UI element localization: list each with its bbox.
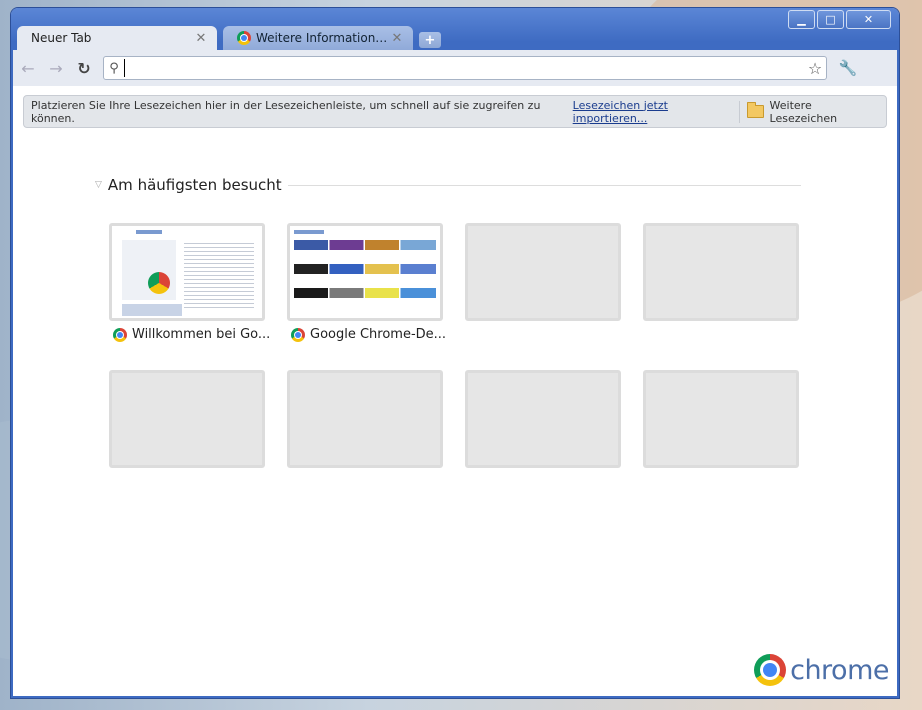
chrome-logo-icon [754,654,787,686]
chrome-favicon-icon [237,31,251,45]
import-bookmarks-link[interactable]: Lesezeichen jetzt importieren... [573,99,740,125]
new-tab-button[interactable]: + [419,32,441,48]
navigation-toolbar: ← → ↻ ⚲ ☆ 🔧 [13,50,897,86]
section-title: Am häufigsten besucht [107,176,282,194]
most-visited-header[interactable]: ▽ Am häufigsten besucht [95,176,801,194]
thumbnail-preview [122,304,182,316]
tab-title: Weitere Informationen übe... [256,31,391,45]
thumbnail-preview [148,272,170,294]
bookmark-bar-hint: Platzieren Sie Ihre Lesezeichen hier in … [31,98,541,125]
empty-thumbnail-slot [465,370,621,468]
thumbnail-preview [294,230,324,234]
most-visited-thumbnail[interactable] [109,223,265,321]
most-visited-item-label[interactable]: Google Chrome-De... [291,327,451,342]
other-bookmarks-label: Weitere Lesezeichen [769,98,838,125]
search-icon: ⚲ [109,60,119,76]
bookmark-bar: Platzieren Sie Ihre Lesezeichen hier in … [23,95,887,128]
chrome-favicon-icon [291,327,305,342]
empty-thumbnail-slot [287,370,443,468]
empty-thumbnail-slot [643,370,799,468]
tab-close-icon[interactable]: ✕ [195,31,207,46]
bookmark-star-icon[interactable]: ☆ [804,59,826,78]
most-visited-thumbnail[interactable] [287,223,443,321]
tab-new-tab[interactable]: Neuer Tab ✕ [17,26,217,50]
folder-icon [747,102,764,118]
tab-close-icon[interactable]: ✕ [391,31,403,46]
chrome-branding: chrome [754,654,889,686]
other-bookmarks-button[interactable]: Weitere Lesezeichen [740,99,886,125]
thumbnail-preview [184,240,254,310]
thumbnail-preview [294,240,436,304]
reload-icon[interactable]: ↻ [71,55,97,81]
tab-strip: Neuer Tab ✕ Weitere Informationen übe...… [11,26,899,50]
empty-thumbnail-slot [465,223,621,321]
most-visited-item-title: Google Chrome-De... [310,327,447,342]
chrome-wordmark: chrome [790,654,889,686]
thumbnail-preview [122,240,176,300]
wrench-menu-icon[interactable]: 🔧 [837,59,859,77]
thumbnail-preview [136,230,162,234]
collapse-triangle-icon[interactable]: ▽ [95,180,102,190]
address-input[interactable] [124,59,804,77]
section-divider [287,184,801,186]
empty-thumbnail-slot [643,223,799,321]
browser-window: ▁ □ ✕ Neuer Tab ✕ Weitere Informationen … [11,8,899,698]
back-arrow-icon[interactable]: ← [15,55,41,81]
tab-more-info[interactable]: Weitere Informationen übe... ✕ [223,26,413,50]
tab-title: Neuer Tab [31,31,92,45]
most-visited-item-label[interactable]: Willkommen bei Go... [113,327,273,342]
new-tab-page: ▽ Am häufigsten besucht Willkommen bei G… [13,86,897,696]
most-visited-item-title: Willkommen bei Go... [132,327,271,342]
omnibox[interactable]: ⚲ ☆ [103,56,827,80]
chrome-favicon-icon [113,327,127,342]
forward-arrow-icon[interactable]: → [43,55,69,81]
empty-thumbnail-slot [109,370,265,468]
